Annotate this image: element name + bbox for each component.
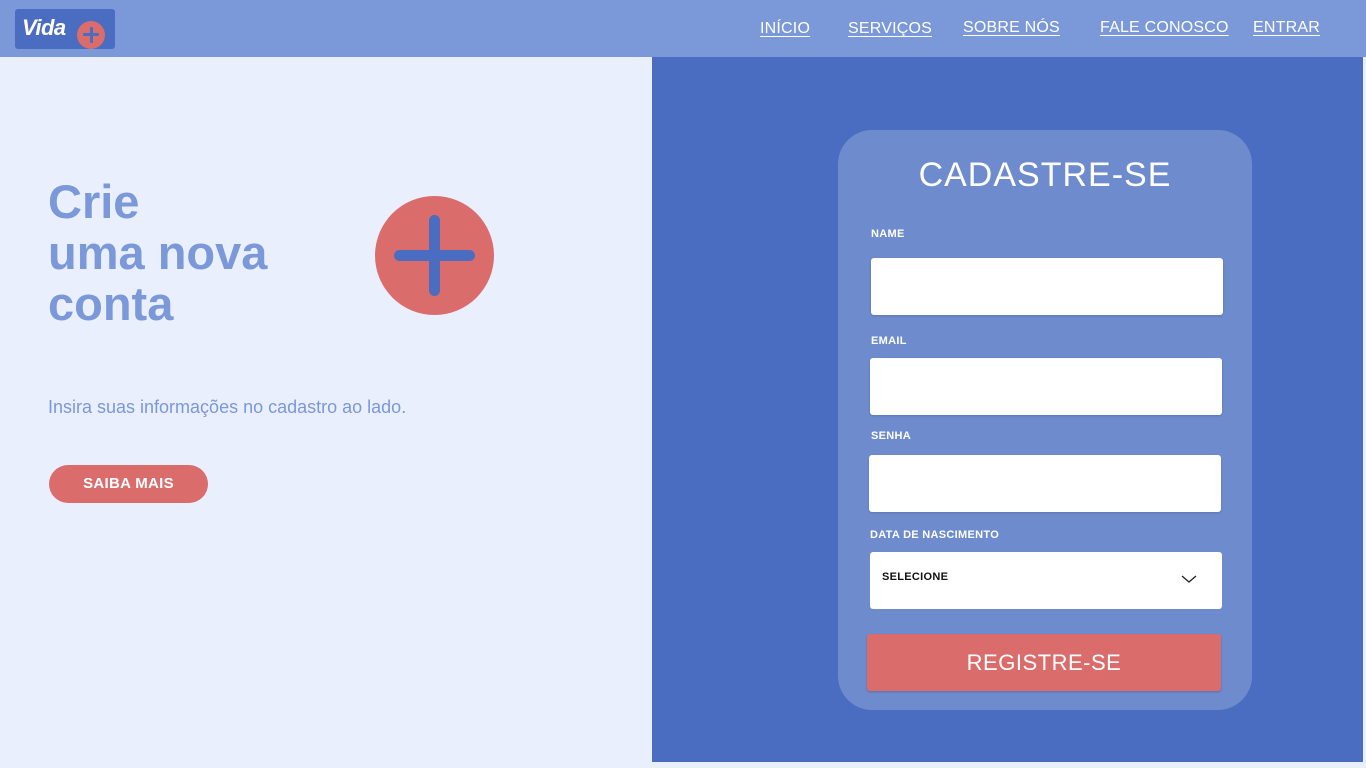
dob-select-value: SELECIONE [882, 571, 949, 583]
logo-text: Vida [22, 15, 66, 40]
name-label: NAME [871, 228, 905, 240]
email-label: EMAIL [871, 335, 907, 347]
plus-circle-icon [375, 196, 494, 315]
nav-link-fale-conosco[interactable]: FALE CONOSCO [1100, 19, 1229, 37]
name-field[interactable] [871, 258, 1223, 315]
top-navbar: Vida INÍCIO SERVIÇOS SOBRE NÓS FALE CONO… [0, 0, 1366, 57]
hero-title-line: uma nova [48, 226, 268, 279]
chevron-down-icon [1181, 575, 1197, 583]
logo[interactable]: Vida [15, 9, 115, 49]
email-field[interactable] [870, 358, 1222, 415]
dob-select[interactable]: SELECIONE [870, 552, 1222, 609]
nav-link-entrar[interactable]: ENTRAR [1253, 19, 1320, 37]
hero-subtitle: Insira suas informações no cadastro ao l… [48, 397, 407, 417]
hero-title-line: conta [48, 277, 174, 330]
plus-circle-icon [77, 21, 105, 49]
nav-link-servicos[interactable]: SERVIÇOS [848, 20, 932, 38]
signup-card [838, 130, 1252, 710]
password-field[interactable] [869, 455, 1221, 512]
saiba-mais-button[interactable]: SAIBA MAIS [49, 465, 208, 503]
register-button[interactable]: REGISTRE-SE [867, 634, 1221, 691]
hero-title-line: Crie [48, 175, 140, 228]
senha-label: SENHA [871, 430, 912, 442]
nav-link-sobre-nos[interactable]: SOBRE NÓS [963, 19, 1060, 37]
dob-label: DATA DE NASCIMENTO [870, 529, 1000, 541]
hero-title: Crie uma nova conta [48, 176, 368, 329]
nav-link-inicio[interactable]: INÍCIO [760, 20, 810, 38]
form-title: CADASTRE-SE [918, 156, 1172, 194]
